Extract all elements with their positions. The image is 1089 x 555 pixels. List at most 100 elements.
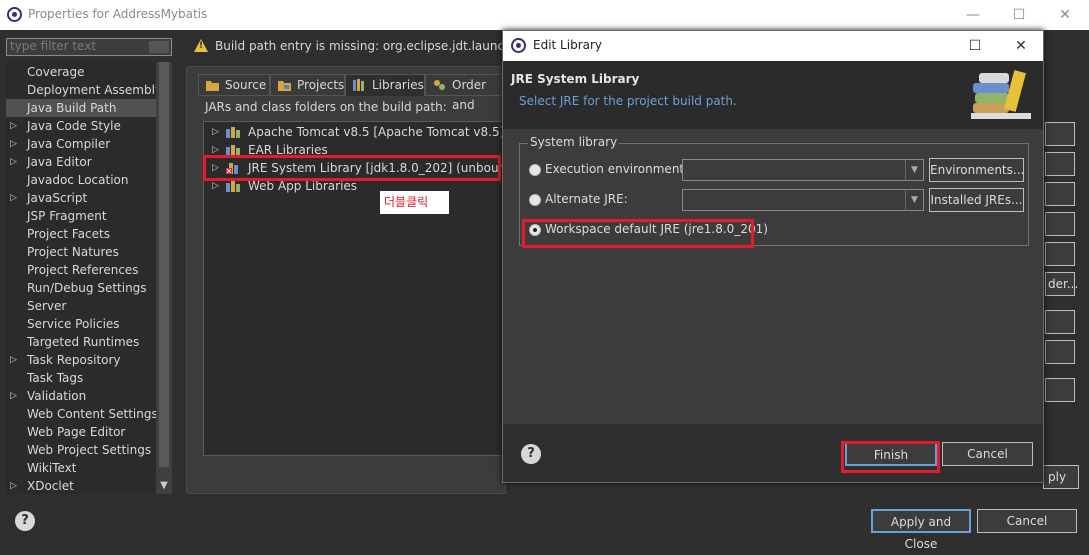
- sidebar-item[interactable]: Web Content Settings: [6, 405, 158, 423]
- help-icon[interactable]: ?: [15, 511, 35, 531]
- expand-arrow-icon[interactable]: ▷: [10, 387, 17, 405]
- dialog-cancel-button[interactable]: Cancel: [942, 442, 1033, 466]
- side-button[interactable]: [1045, 182, 1075, 206]
- sidebar-item-label: Run/Debug Settings: [27, 281, 147, 295]
- dialog-help-icon[interactable]: ?: [521, 444, 541, 464]
- sidebar-item[interactable]: ▷ JavaScript: [6, 189, 156, 207]
- apply-and-close-button[interactable]: Apply and Close: [871, 509, 971, 551]
- tab-libraries[interactable]: Libraries: [345, 74, 425, 96]
- alternate-jre-combo[interactable]: ▼: [682, 189, 924, 211]
- side-button[interactable]: [1045, 122, 1075, 146]
- sidebar-item[interactable]: Web Page Editor: [6, 423, 156, 441]
- sidebar-item[interactable]: Server: [6, 297, 156, 315]
- expand-arrow-icon[interactable]: ▷: [10, 477, 17, 495]
- installed-jres-button[interactable]: Installed JREs...: [929, 188, 1024, 212]
- minimize-button[interactable]: —: [962, 4, 984, 26]
- execution-environment-label: Execution environment:: [545, 162, 689, 176]
- sidebar-item[interactable]: ▷ Validation: [6, 387, 156, 405]
- sidebar-item[interactable]: ▷ Java Editor: [6, 153, 156, 171]
- sidebar-item[interactable]: Web Project Settings: [6, 441, 156, 459]
- dialog-header-title: JRE System Library: [511, 72, 640, 86]
- window-footer: ? Apply and Close Cancel: [0, 497, 1089, 551]
- side-button[interactable]: [1045, 340, 1075, 364]
- eclipse-icon: [7, 7, 22, 22]
- chevron-down-icon: ▼: [905, 160, 923, 180]
- sidebar-item[interactable]: Coverage: [6, 63, 156, 81]
- sidebar-item[interactable]: Javadoc Location: [6, 171, 156, 189]
- dialog-header: JRE System Library Select JRE for the pr…: [503, 61, 1043, 129]
- sidebar-item[interactable]: WikiText: [6, 459, 156, 477]
- tree-scrollbar[interactable]: ▼: [156, 62, 172, 494]
- sidebar-item[interactable]: JSP Fragment: [6, 207, 156, 225]
- execution-environment-combo[interactable]: ▼: [682, 159, 924, 181]
- environments-button[interactable]: Environments...: [929, 158, 1024, 182]
- sidebar-item-label: WikiText: [27, 461, 77, 475]
- sidebar-item-label: Deployment Assembly: [27, 83, 163, 97]
- clear-filter-icon[interactable]: [149, 41, 169, 53]
- library-icon: [226, 127, 240, 138]
- sidebar-item[interactable]: Deployment Assembly: [6, 81, 162, 99]
- sidebar-item-label: Web Page Editor: [27, 425, 126, 439]
- alternate-jre-label: Alternate JRE:: [545, 192, 628, 206]
- side-button[interactable]: [1045, 378, 1075, 402]
- sidebar-item[interactable]: Service Policies: [6, 315, 156, 333]
- scrollbar-thumb[interactable]: [159, 62, 169, 467]
- dialog-maximize-button[interactable]: ☐: [964, 35, 986, 57]
- scroll-down-icon[interactable]: ▼: [156, 478, 172, 494]
- sidebar-item[interactable]: ▷ Java Code Style: [6, 117, 156, 135]
- right-button-column: der... ply: [1043, 66, 1089, 494]
- sidebar-item-label: Java Code Style: [27, 119, 121, 133]
- tab-order-export[interactable]: Order and: [425, 74, 506, 112]
- sidebar-item[interactable]: ▷ Task Repository: [6, 351, 156, 369]
- tab-projects[interactable]: Projects: [270, 74, 345, 96]
- double-click-annotation: 더블클릭: [380, 191, 449, 214]
- sidebar-item[interactable]: Project Natures: [6, 243, 156, 261]
- dialog-close-button[interactable]: ✕: [1010, 35, 1032, 57]
- libraries-icon: [353, 79, 364, 91]
- finish-highlight-box: [841, 441, 940, 473]
- side-button[interactable]: [1045, 212, 1075, 236]
- library-icon: [226, 181, 240, 192]
- window-titlebar: Properties for AddressMybatis — ☐ ✕: [0, 0, 1089, 30]
- sidebar-item-label: Web Content Settings: [27, 407, 158, 421]
- expand-arrow-icon[interactable]: ▷: [212, 123, 219, 141]
- chevron-down-icon: ▼: [905, 190, 923, 210]
- maximize-button[interactable]: ☐: [1008, 4, 1030, 26]
- dialog-titlebar: Edit Library ☐ ✕: [503, 31, 1043, 61]
- sidebar-item-label: Project Facets: [27, 227, 110, 241]
- side-button[interactable]: [1045, 242, 1075, 266]
- sidebar-item[interactable]: Java Build Path: [6, 99, 156, 117]
- alternate-jre-radio[interactable]: [529, 194, 541, 206]
- sidebar-item-label: Server: [27, 299, 67, 313]
- sidebar-item[interactable]: ▷ XDoclet: [6, 477, 156, 495]
- sidebar-item-label: JSP Fragment: [27, 209, 107, 223]
- filter-input[interactable]: type filter text: [6, 38, 172, 56]
- dialog-header-subtitle: Select JRE for the project build path.: [519, 94, 737, 108]
- warning-icon: !: [194, 39, 208, 52]
- expand-arrow-icon[interactable]: ▷: [10, 117, 17, 135]
- expand-arrow-icon[interactable]: ▷: [10, 153, 17, 171]
- sidebar-item-label: Project Natures: [27, 245, 119, 259]
- sidebar-item[interactable]: Run/Debug Settings: [6, 279, 156, 297]
- cancel-button[interactable]: Cancel: [977, 509, 1077, 533]
- close-button[interactable]: ✕: [1054, 4, 1076, 26]
- apply-button[interactable]: ply: [1043, 465, 1079, 489]
- sidebar-item[interactable]: Project Facets: [6, 225, 156, 243]
- expand-arrow-icon[interactable]: ▷: [10, 351, 17, 369]
- side-button[interactable]: [1045, 152, 1075, 176]
- execution-environment-radio[interactable]: [529, 164, 541, 176]
- library-entry[interactable]: ▷ Apache Tomcat v8.5 [Apache Tomcat v8.5…: [212, 123, 504, 141]
- order-button[interactable]: der...: [1045, 272, 1078, 296]
- sidebar-item[interactable]: Project References: [6, 261, 156, 279]
- tab-source[interactable]: Source: [198, 74, 270, 96]
- sidebar-item-label: Project References: [27, 263, 139, 277]
- expand-arrow-icon[interactable]: ▷: [10, 189, 17, 207]
- sidebar-item[interactable]: Task Tags: [6, 369, 156, 387]
- sidebar-item[interactable]: ▷ Java Compiler: [6, 135, 156, 153]
- sidebar-item[interactable]: Targeted Runtimes: [6, 333, 156, 351]
- properties-tree: Coverage Deployment Assembly Java Build Pa…: [6, 62, 172, 494]
- jre-highlight-box: [203, 155, 501, 181]
- window-title: Properties for AddressMybatis: [28, 7, 208, 21]
- side-button[interactable]: [1045, 310, 1075, 334]
- expand-arrow-icon[interactable]: ▷: [10, 135, 17, 153]
